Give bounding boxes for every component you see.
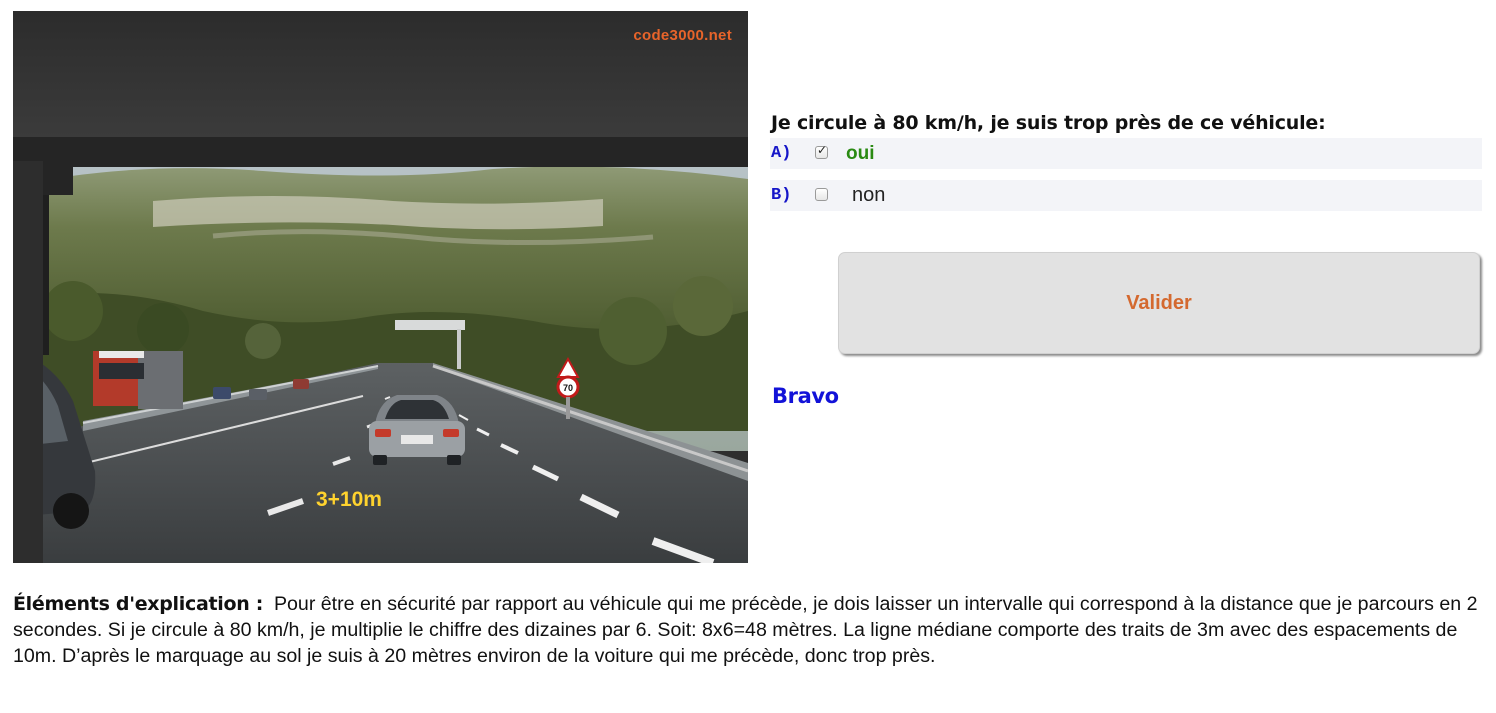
answer-a-checkbox[interactable] xyxy=(815,143,828,159)
question-panel: Je circule à 80 km/h, je suis trop près … xyxy=(770,112,1482,222)
speed-limit-sign: 70 xyxy=(563,383,573,393)
explanation-block: Éléments d'explication : Pour être en sé… xyxy=(13,591,1485,669)
answer-text: non xyxy=(852,184,886,206)
answer-letter: B) xyxy=(771,186,792,205)
distance-overlay-label: 3+10m xyxy=(316,488,382,511)
answer-letter: A) xyxy=(771,144,792,163)
answer-text: oui xyxy=(846,142,875,164)
question-title: Je circule à 80 km/h, je suis trop près … xyxy=(771,112,1326,134)
result-feedback: Bravo xyxy=(772,384,839,408)
answer-option-b[interactable]: B) non xyxy=(770,180,1482,211)
answer-option-a[interactable]: A) oui xyxy=(770,138,1482,169)
answer-b-checkbox[interactable] xyxy=(815,187,828,201)
validate-button[interactable]: Valider xyxy=(838,252,1480,354)
question-photo: 70 code3000.net 3+10m xyxy=(13,11,748,563)
explanation-label: Éléments d'explication : xyxy=(13,593,264,615)
watermark-logo: code3000.net xyxy=(633,27,732,44)
